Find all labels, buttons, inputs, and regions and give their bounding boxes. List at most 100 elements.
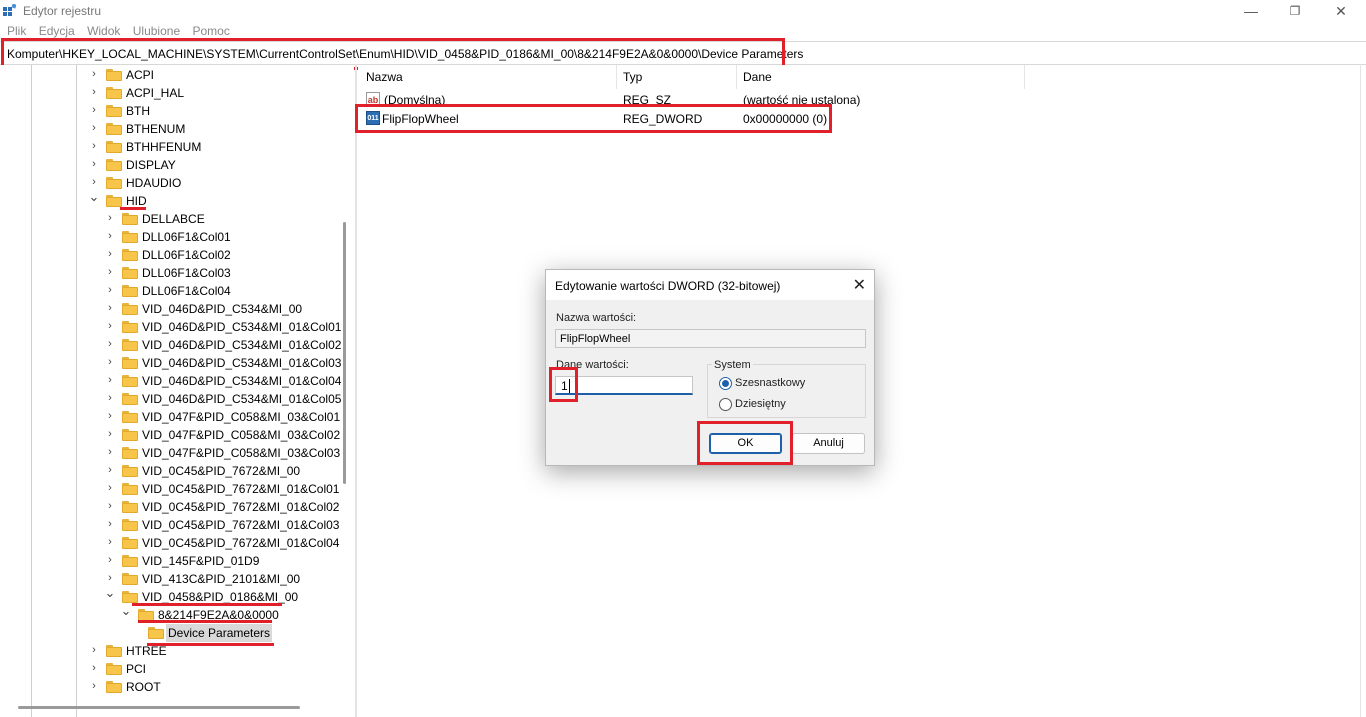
tree-item-label: VID_145F&PID_01D9 bbox=[142, 554, 260, 568]
chevron-right-icon[interactable]: › bbox=[104, 392, 116, 404]
address-bar[interactable]: Komputer\HKEY_LOCAL_MACHINE\SYSTEM\Curre… bbox=[0, 41, 1366, 65]
tree-item-label: VID_0C45&PID_7672&MI_01&Col01 bbox=[142, 482, 340, 496]
restore-button[interactable]: ❐ bbox=[1272, 0, 1318, 22]
column-separator[interactable] bbox=[616, 65, 617, 89]
pane-splitter[interactable] bbox=[355, 64, 357, 717]
menu-edycja[interactable]: Edycja bbox=[39, 22, 75, 40]
tree-horizontal-scrollbar[interactable] bbox=[18, 706, 300, 709]
tree-item-label: Device Parameters bbox=[168, 626, 271, 640]
column-separator[interactable] bbox=[736, 65, 737, 89]
folder-icon bbox=[122, 213, 138, 225]
chevron-right-icon[interactable]: › bbox=[88, 104, 100, 116]
value-data: 0x00000000 (0) bbox=[743, 112, 828, 126]
chevron-right-icon[interactable]: › bbox=[104, 428, 116, 440]
chevron-right-icon[interactable]: › bbox=[104, 374, 116, 386]
folder-icon bbox=[122, 555, 138, 567]
chevron-down-icon[interactable]: ⌄ bbox=[120, 604, 132, 617]
tree-item-label: PCI bbox=[126, 662, 147, 676]
column-data-header[interactable]: Dane bbox=[743, 70, 772, 84]
folder-icon bbox=[122, 519, 138, 531]
chevron-right-icon[interactable]: › bbox=[88, 140, 100, 152]
list-row-flipflopwheel[interactable]: 011 FlipFlopWheel REG_DWORD 0x00000000 (… bbox=[358, 110, 1058, 128]
dialog-title-bar: Edytowanie wartości DWORD (32-bitowej) ✕ bbox=[546, 270, 874, 300]
chevron-right-icon[interactable]: › bbox=[104, 536, 116, 548]
window-title: Edytor rejestru bbox=[23, 4, 102, 18]
menu-plik[interactable]: Plik bbox=[7, 22, 26, 40]
chevron-right-icon[interactable]: › bbox=[88, 662, 100, 674]
list-row-default[interactable]: ab (Domyślna) REG_SZ (wartość nie ustalo… bbox=[358, 91, 1058, 109]
column-separator[interactable] bbox=[1024, 65, 1025, 89]
chevron-right-icon[interactable]: › bbox=[88, 176, 100, 188]
dialog-close-icon[interactable]: ✕ bbox=[853, 275, 866, 295]
menu-pomoc[interactable]: Pomoc bbox=[192, 22, 229, 40]
folder-icon bbox=[122, 231, 138, 243]
tree-item-label: VID_0C45&PID_7672&MI_00 bbox=[142, 464, 301, 478]
tree-item-label: ACPI_HAL bbox=[126, 86, 185, 100]
chevron-right-icon[interactable]: › bbox=[104, 446, 116, 458]
chevron-right-icon[interactable]: › bbox=[104, 302, 116, 314]
chevron-right-icon[interactable]: › bbox=[88, 68, 100, 80]
menu-ulubione[interactable]: Ulubione bbox=[133, 22, 180, 40]
tree-item-label: VID_413C&PID_2101&MI_00 bbox=[142, 572, 301, 586]
radio-decimal[interactable] bbox=[719, 398, 732, 411]
tree-item-label: DLL06F1&Col02 bbox=[142, 248, 231, 262]
value-data-input[interactable]: 1 bbox=[555, 376, 693, 395]
radio-hexadecimal[interactable] bbox=[719, 377, 732, 390]
chevron-right-icon[interactable]: › bbox=[104, 554, 116, 566]
highlight-underline-hid bbox=[120, 207, 146, 210]
folder-icon bbox=[122, 339, 138, 351]
chevron-right-icon[interactable]: › bbox=[104, 338, 116, 350]
highlight-underline-vid0458 bbox=[132, 603, 282, 606]
chevron-down-icon[interactable]: ⌄ bbox=[104, 586, 116, 599]
folder-icon bbox=[122, 267, 138, 279]
chevron-right-icon[interactable]: › bbox=[104, 248, 116, 260]
tree-item-label: VID_046D&PID_C534&MI_01&Col02 bbox=[142, 338, 342, 352]
folder-icon bbox=[122, 303, 138, 315]
chevron-right-icon[interactable]: › bbox=[104, 320, 116, 332]
folder-icon bbox=[106, 87, 122, 99]
chevron-right-icon[interactable]: › bbox=[88, 644, 100, 656]
chevron-right-icon[interactable]: › bbox=[104, 464, 116, 476]
minimize-button[interactable]: — bbox=[1228, 0, 1274, 22]
tree-item-label: ROOT bbox=[126, 680, 161, 694]
address-path[interactable]: Komputer\HKEY_LOCAL_MACHINE\SYSTEM\Curre… bbox=[7, 47, 803, 61]
tree-item-label: BTHENUM bbox=[126, 122, 186, 136]
tree-vertical-scrollbar[interactable] bbox=[343, 222, 346, 484]
value-type: REG_SZ bbox=[623, 93, 672, 107]
chevron-right-icon[interactable]: › bbox=[104, 482, 116, 494]
close-window-button[interactable]: ✕ bbox=[1318, 0, 1364, 22]
tree-item-label: VID_0C45&PID_7672&MI_01&Col02 bbox=[142, 500, 340, 514]
base-group-label: System bbox=[712, 359, 753, 371]
tree-item-label: VID_047F&PID_C058&MI_03&Col03 bbox=[142, 446, 341, 460]
chevron-right-icon[interactable]: › bbox=[88, 86, 100, 98]
chevron-right-icon[interactable]: › bbox=[104, 266, 116, 278]
ok-button[interactable]: OK bbox=[709, 433, 782, 454]
chevron-right-icon[interactable]: › bbox=[104, 500, 116, 512]
chevron-down-icon[interactable]: ⌄ bbox=[88, 190, 100, 203]
value-type: REG_DWORD bbox=[623, 112, 703, 126]
value-name-label: Nazwa wartości: bbox=[556, 312, 637, 324]
folder-icon bbox=[122, 465, 138, 477]
folder-icon bbox=[106, 69, 122, 81]
chevron-right-icon[interactable]: › bbox=[104, 518, 116, 530]
chevron-right-icon[interactable]: › bbox=[88, 158, 100, 170]
radio-decimal-label[interactable]: Dziesiętny bbox=[735, 398, 786, 410]
column-name-header[interactable]: Nazwa bbox=[366, 70, 403, 84]
menu-widok[interactable]: Widok bbox=[87, 22, 120, 40]
highlight-underline-instance bbox=[138, 620, 272, 623]
column-type-header[interactable]: Typ bbox=[623, 70, 642, 84]
chevron-right-icon[interactable]: › bbox=[88, 122, 100, 134]
value-data-label: Dane wartości: bbox=[556, 359, 629, 371]
chevron-right-icon[interactable]: › bbox=[104, 356, 116, 368]
chevron-right-icon[interactable]: › bbox=[104, 230, 116, 242]
folder-icon bbox=[122, 411, 138, 423]
cancel-button[interactable]: Anuluj bbox=[792, 433, 865, 454]
tree-item-label: DISPLAY bbox=[126, 158, 176, 172]
folder-icon bbox=[122, 393, 138, 405]
radio-hexadecimal-label[interactable]: Szesnastkowy bbox=[735, 377, 805, 389]
chevron-right-icon[interactable]: › bbox=[104, 284, 116, 296]
chevron-right-icon[interactable]: › bbox=[104, 212, 116, 224]
chevron-right-icon[interactable]: › bbox=[104, 410, 116, 422]
chevron-right-icon[interactable]: › bbox=[104, 572, 116, 584]
chevron-right-icon[interactable]: › bbox=[88, 680, 100, 692]
